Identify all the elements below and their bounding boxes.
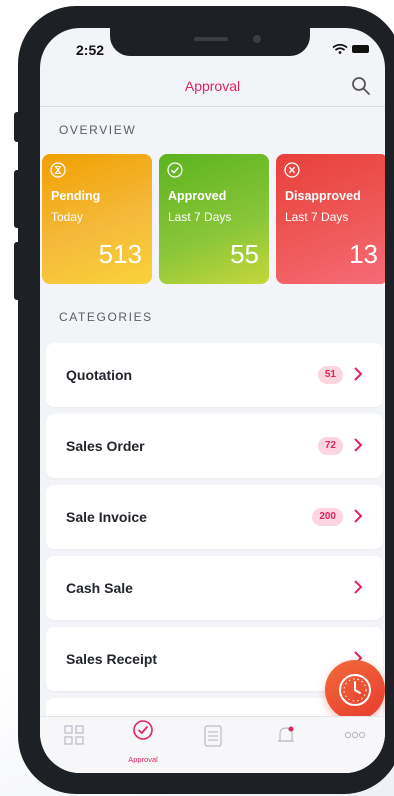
status-icons	[332, 44, 369, 54]
count-badge: 51	[317, 366, 343, 384]
check-circle-icon	[167, 162, 183, 178]
camera	[253, 35, 261, 43]
pending-count: 513	[98, 239, 142, 269]
document-list-icon[interactable]	[204, 725, 222, 747]
app-header: Approval	[40, 74, 385, 104]
category-quotation[interactable]: Quotation 51	[46, 343, 383, 407]
notch	[110, 28, 310, 56]
wifi-icon	[332, 44, 348, 54]
disapproved-card[interactable]: Disapproved Last 7 Days 13	[276, 154, 385, 284]
category-sales-order[interactable]: Sales Order 72	[46, 414, 383, 478]
more-dots-icon[interactable]	[344, 731, 366, 739]
clock-icon	[339, 674, 371, 706]
approval-check-icon[interactable]	[132, 719, 154, 741]
search-icon[interactable]	[351, 76, 371, 96]
pending-period: Today	[51, 210, 84, 224]
overview-heading: OVERVIEW	[59, 123, 137, 137]
category-cash-sale[interactable]: Cash Sale	[46, 556, 383, 620]
chevron-right-icon	[354, 367, 363, 381]
x-circle-icon	[284, 162, 300, 178]
chevron-right-icon	[354, 438, 363, 452]
disapproved-period: Last 7 Days	[285, 210, 349, 224]
dashboard-grid-icon[interactable]	[64, 725, 84, 745]
chevron-right-icon	[354, 580, 363, 594]
status-time: 2:52	[76, 42, 105, 58]
count-badge: 200	[312, 508, 343, 526]
bell-notification-icon[interactable]	[276, 725, 296, 747]
chevron-right-icon	[354, 509, 363, 523]
approved-count: 55	[230, 239, 259, 269]
category-label: Sale Invoice	[66, 509, 147, 525]
page-title: Approval	[184, 78, 241, 94]
hourglass-icon	[50, 162, 66, 178]
category-label: Quotation	[66, 367, 133, 383]
disapproved-count: 13	[349, 239, 378, 269]
approved-period: Last 7 Days	[168, 210, 232, 224]
disapproved-label: Disapproved	[285, 189, 361, 203]
category-sale-invoice[interactable]: Sale Invoice 200	[46, 485, 383, 549]
header-divider	[40, 106, 385, 107]
screen: 2:52 Approval OVERVIEW Pending Today 513	[40, 28, 385, 773]
pending-card[interactable]: Pending Today 513	[42, 154, 152, 284]
approved-card[interactable]: Approved Last 7 Days 55	[159, 154, 269, 284]
tab-bar: Approval	[40, 716, 385, 773]
count-badge: 72	[317, 437, 343, 455]
approved-label: Approved	[168, 189, 227, 203]
clock-fab[interactable]	[325, 660, 385, 720]
tab-approval-label[interactable]: Approval	[118, 755, 168, 764]
category-label: Sales Order	[66, 438, 145, 454]
pending-label: Pending	[51, 189, 101, 203]
category-label: Cash Sale	[66, 580, 133, 596]
category-label: Sales Receipt	[66, 651, 158, 667]
categories-heading: CATEGORIES	[59, 310, 153, 324]
battery-icon	[352, 45, 369, 53]
speaker	[194, 37, 228, 41]
